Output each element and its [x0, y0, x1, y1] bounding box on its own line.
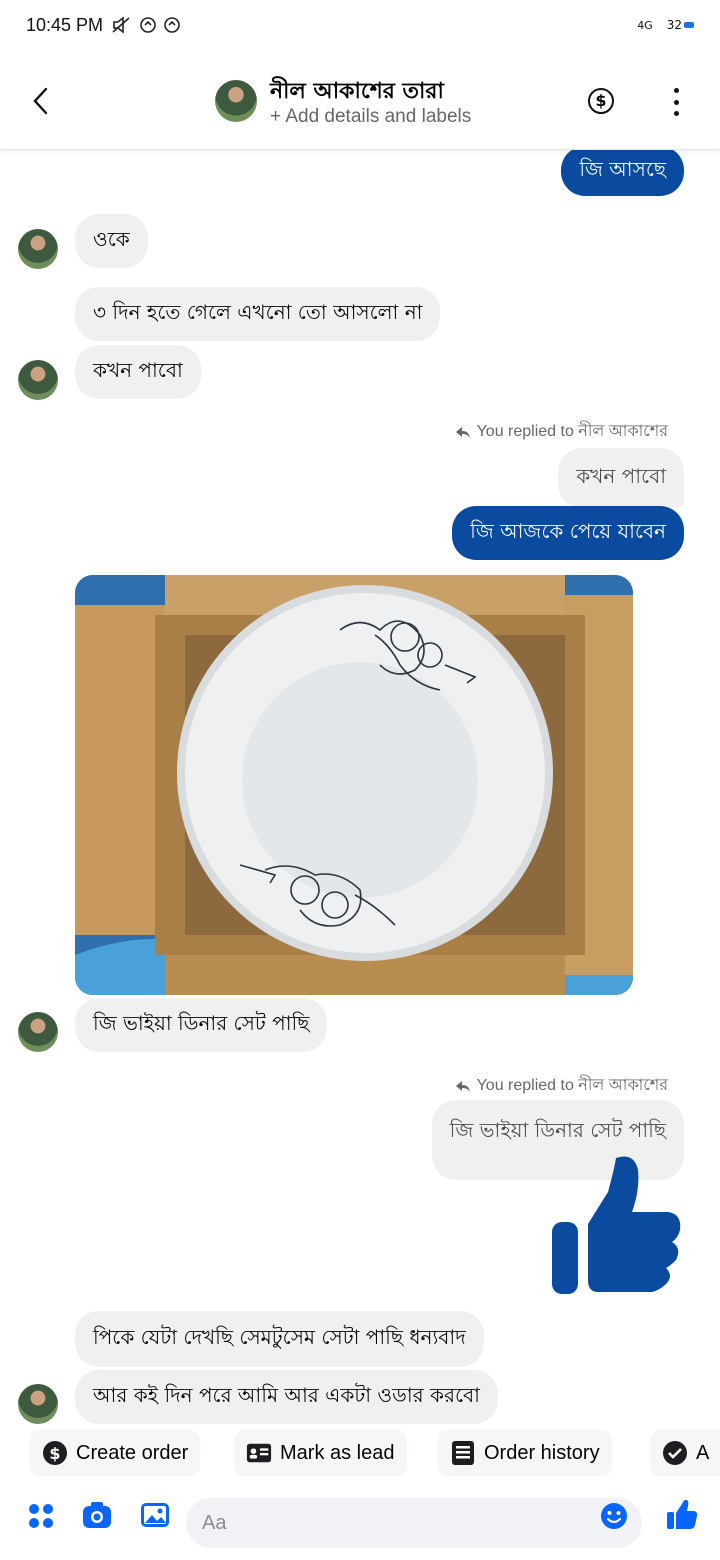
- more-actions-chip[interactable]: A: [650, 1430, 720, 1476]
- dinner-plate-image: [75, 575, 633, 995]
- back-arrow-icon[interactable]: [28, 86, 54, 116]
- create-order-button[interactable]: $ Create order: [30, 1430, 201, 1476]
- mute-icon: [112, 16, 130, 34]
- mark-as-lead-button[interactable]: Mark as lead: [234, 1430, 407, 1476]
- svg-text:$: $: [49, 1444, 60, 1463]
- gallery-icon[interactable]: [140, 1500, 170, 1530]
- like-thumb-icon[interactable]: [548, 1152, 688, 1294]
- order-list-icon: [450, 1440, 476, 1466]
- incoming-message[interactable]: ওকে: [75, 214, 148, 268]
- avatar[interactable]: [18, 1012, 58, 1052]
- sync-icon: [140, 17, 156, 33]
- more-options-icon[interactable]: [668, 88, 684, 116]
- chat-header: নীল আকাশের তারা + Add details and labels…: [0, 50, 720, 150]
- avatar[interactable]: [18, 360, 58, 400]
- status-time: 10:45 PM: [26, 14, 104, 35]
- reply-indicator: You replied to নীল আকাশের: [455, 1072, 668, 1099]
- battery-icon: [684, 22, 694, 28]
- avatar[interactable]: [18, 229, 58, 269]
- incoming-message[interactable]: জি ভাইয়া ডিনার সেট পাছি: [75, 998, 328, 1052]
- incoming-message[interactable]: পিকে যেটা দেখছি সেমটুসেম সেটা পাছি ধন্যব…: [75, 1311, 484, 1367]
- network-indicator: 4G: [637, 18, 653, 32]
- status-bar: 10:45 PM 4G 32: [0, 0, 720, 50]
- apps-menu-icon[interactable]: [26, 1500, 56, 1530]
- like-icon[interactable]: [666, 1498, 698, 1530]
- dollar-icon[interactable]: $: [588, 88, 614, 114]
- incoming-message[interactable]: ৩ দিন হতে গেলে এখনো তো আসলো না: [75, 287, 441, 341]
- camera-icon[interactable]: [82, 1500, 112, 1530]
- photo-message[interactable]: [75, 575, 633, 995]
- sync-icon-2: [164, 17, 180, 33]
- avatar[interactable]: [18, 1384, 58, 1424]
- message-composer: Aa: [0, 1490, 720, 1560]
- order-history-button[interactable]: Order history: [438, 1430, 612, 1476]
- outgoing-message[interactable]: জি আসছে: [561, 146, 684, 196]
- reply-arrow-icon: [455, 426, 470, 438]
- reply-arrow-icon: [455, 1080, 470, 1092]
- incoming-message[interactable]: কখন পাবো: [75, 345, 201, 399]
- outgoing-message[interactable]: জি আজকে পেয়ে যাবেন: [452, 506, 684, 560]
- check-circle-icon: [662, 1440, 688, 1466]
- battery-indicator: 32: [667, 18, 694, 32]
- message-input[interactable]: Aa: [186, 1498, 642, 1548]
- reply-indicator: You replied to নীল আকাশের: [455, 418, 668, 445]
- contact-card-icon: [246, 1440, 272, 1466]
- quick-actions-bar: $ Create order Mark as lead Order histor…: [0, 1428, 720, 1480]
- emoji-icon[interactable]: [600, 1502, 628, 1530]
- incoming-message[interactable]: আর কই দিন পরে আমি আর একটা ওডার করবো: [75, 1370, 498, 1424]
- dollar-icon: $: [42, 1440, 68, 1466]
- add-details-link[interactable]: + Add details and labels: [270, 106, 471, 128]
- contact-avatar[interactable]: [215, 80, 257, 122]
- quoted-message[interactable]: কখন পাবো: [558, 448, 684, 508]
